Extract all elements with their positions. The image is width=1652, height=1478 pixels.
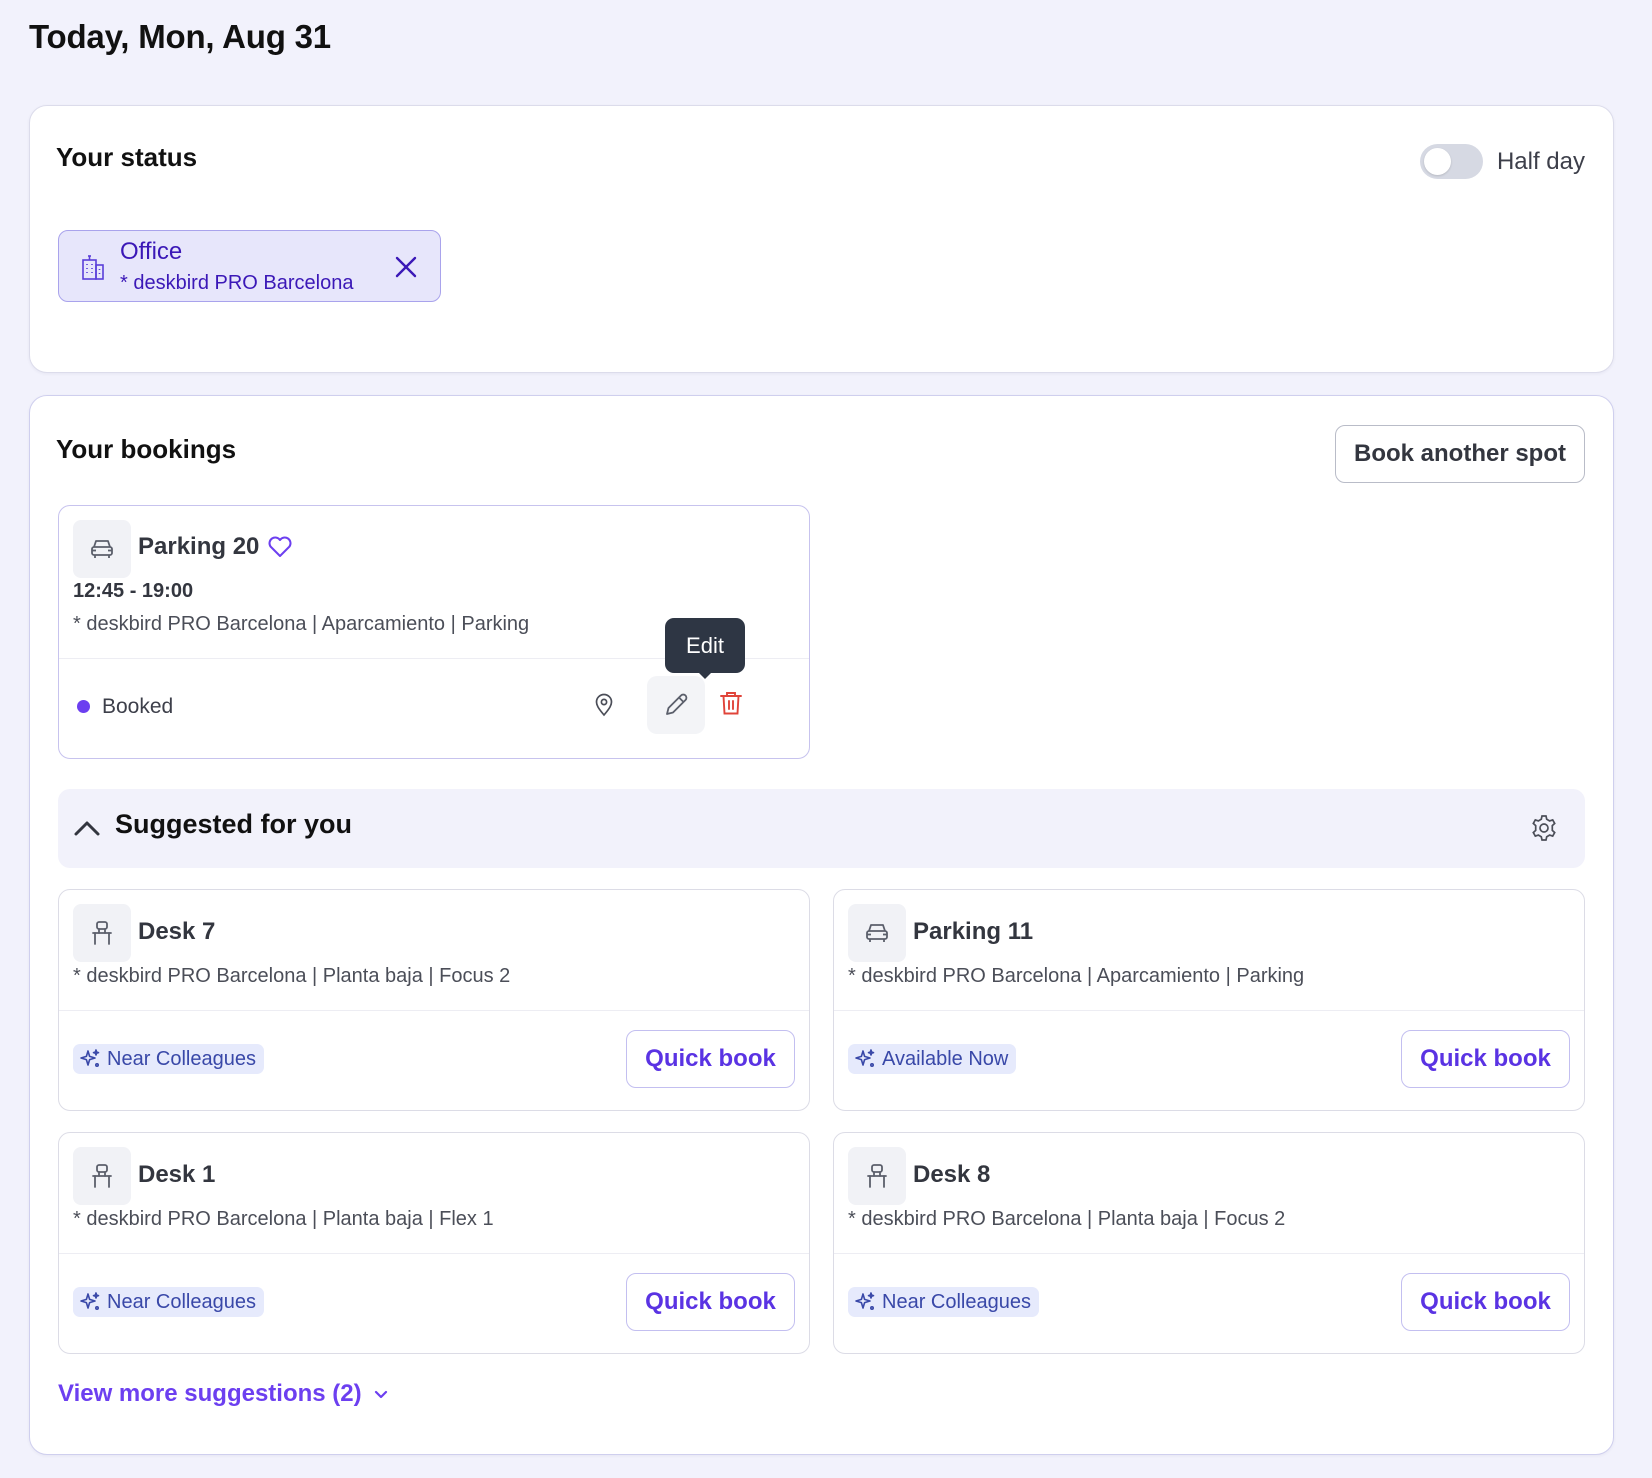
car-icon [866, 924, 888, 942]
suggestion-name: Desk 7 [138, 918, 216, 945]
suggestion-type-icon-box [73, 904, 131, 962]
sparkle-icon [855, 1049, 875, 1068]
pencil-icon [666, 693, 688, 715]
suggestion-badge: Near Colleagues [848, 1287, 1039, 1317]
heart-icon[interactable] [267, 535, 293, 559]
half-day-toggle-group: Half day [1419, 144, 1585, 179]
quick-book-button[interactable]: Quick book [626, 1030, 795, 1088]
status-chip-location: * deskbird PRO Barcelona [120, 272, 354, 294]
suggestion-type-icon-box [848, 904, 906, 962]
badge-label: Near Colleagues [107, 1047, 256, 1070]
status-chip-label: Office [120, 238, 183, 265]
booking-time: 12:45 - 19:00 [73, 580, 194, 602]
suggestion-name: Parking 11 [913, 918, 1034, 945]
location-pin-button[interactable] [586, 687, 622, 723]
half-day-toggle[interactable] [1419, 144, 1483, 179]
suggestion-name: Desk 1 [138, 1161, 216, 1188]
car-icon [91, 540, 113, 558]
suggestion-card: Parking 11 * deskbird PRO Barcelona | Ap… [833, 889, 1585, 1111]
desk-chair-icon [867, 1164, 887, 1188]
badge-label: Near Colleagues [882, 1290, 1031, 1313]
page-title: Today, Mon, Aug 31 [29, 18, 331, 55]
building-icon [82, 255, 104, 280]
desk-chair-icon [92, 921, 112, 945]
badge-label: Available Now [882, 1047, 1009, 1070]
trash-icon [720, 692, 742, 715]
location-pin-icon [595, 693, 613, 717]
book-another-spot-button[interactable]: Book another spot [1335, 425, 1585, 483]
edit-button[interactable] [647, 676, 705, 734]
suggestion-location: * deskbird PRO Barcelona | Planta baja |… [73, 1208, 494, 1230]
suggestion-badge: Near Colleagues [73, 1287, 264, 1317]
office-status-chip[interactable]: Office * deskbird PRO Barcelona [58, 230, 441, 302]
status-title: Your status [56, 142, 198, 172]
suggestion-name: Desk 8 [913, 1161, 991, 1188]
view-more-suggestions-link[interactable]: View more suggestions (2) [58, 1380, 390, 1408]
badge-label: Near Colleagues [107, 1290, 256, 1313]
suggestion-badge: Available Now [848, 1044, 1017, 1074]
suggestions-header: Suggested for you [58, 789, 1585, 868]
gear-icon[interactable] [1529, 813, 1559, 843]
quick-book-button[interactable]: Quick book [626, 1273, 795, 1331]
suggestion-location: * deskbird PRO Barcelona | Aparcamiento … [848, 965, 1305, 987]
suggestion-type-icon-box [73, 1147, 131, 1205]
suggestion-card: Desk 1 * deskbird PRO Barcelona | Planta… [58, 1132, 810, 1354]
half-day-label: Half day [1496, 147, 1585, 175]
close-icon[interactable] [392, 253, 420, 281]
bookings-card: Your bookings Book another spot Parking … [29, 395, 1614, 1455]
booking-status: Booked [102, 695, 174, 718]
toggle-knob [1423, 148, 1451, 175]
suggestion-badge: Near Colleagues [73, 1044, 264, 1074]
suggestion-card: Desk 8 * deskbird PRO Barcelona | Planta… [833, 1132, 1585, 1354]
suggestion-location: * deskbird PRO Barcelona | Planta baja |… [73, 965, 511, 987]
suggestion-location: * deskbird PRO Barcelona | Planta baja |… [848, 1208, 1286, 1230]
delete-button[interactable] [712, 684, 750, 722]
suggestion-card: Desk 7 * deskbird PRO Barcelona | Planta… [58, 889, 810, 1111]
sparkle-icon [855, 1292, 875, 1311]
quick-book-button[interactable]: Quick book [1401, 1030, 1570, 1088]
divider [59, 1253, 809, 1254]
quick-book-button[interactable]: Quick book [1401, 1273, 1570, 1331]
view-more-label: View more suggestions (2) [58, 1380, 362, 1407]
suggestion-type-icon-box [848, 1147, 906, 1205]
chevron-down-icon [374, 1390, 387, 1399]
chevron-up-icon[interactable] [72, 813, 102, 843]
sparkle-icon [80, 1292, 100, 1311]
status-card: Your status Half day Office * deskbird P… [29, 105, 1614, 373]
booking-name: Parking 20 [138, 533, 260, 560]
bookings-title: Your bookings [56, 434, 237, 464]
suggestions-title: Suggested for you [115, 809, 353, 839]
desk-chair-icon [92, 1164, 112, 1188]
divider [834, 1010, 1584, 1011]
divider [834, 1253, 1584, 1254]
sparkle-icon [80, 1049, 100, 1068]
edit-tooltip: Edit [665, 618, 745, 679]
booking-location: * deskbird PRO Barcelona | Aparcamiento … [73, 613, 530, 635]
booking-type-icon-box [73, 520, 131, 578]
divider [59, 1010, 809, 1011]
booked-status-dot [77, 700, 90, 713]
